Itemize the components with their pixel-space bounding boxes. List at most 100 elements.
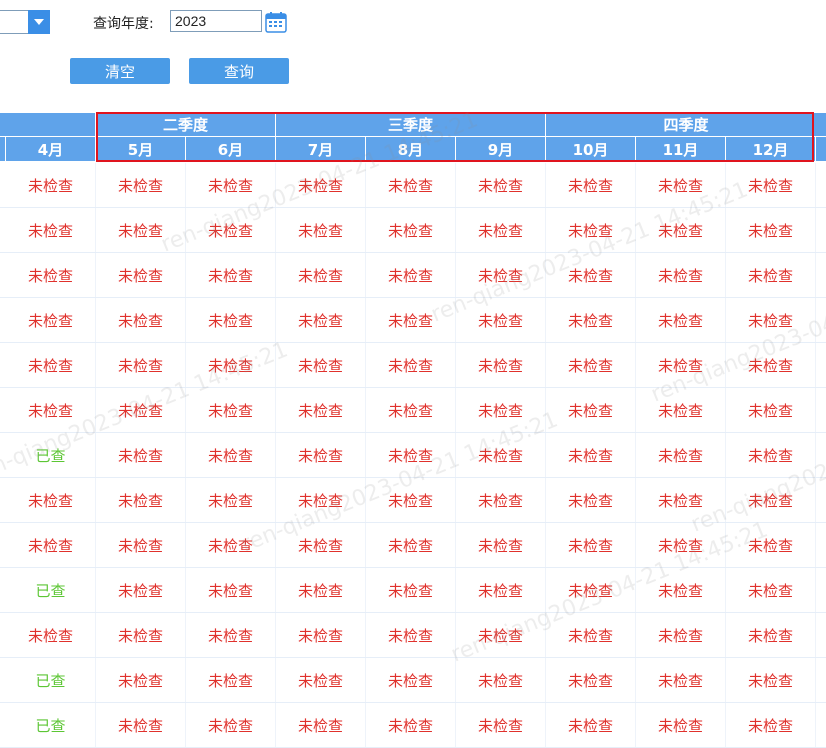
status-cell[interactable]: 已查 (6, 433, 96, 477)
status-cell[interactable]: 未检查 (6, 163, 96, 207)
status-cell[interactable]: 未检查 (366, 343, 456, 387)
status-cell[interactable]: 未检查 (366, 523, 456, 567)
status-cell[interactable]: 未检查 (276, 253, 366, 297)
status-cell[interactable]: 未检查 (456, 433, 546, 477)
status-cell[interactable]: 未检查 (636, 568, 726, 612)
status-cell[interactable]: 未检查 (546, 613, 636, 657)
status-cell[interactable]: 未检查 (726, 433, 816, 477)
status-cell[interactable]: 未检查 (276, 343, 366, 387)
status-cell[interactable]: 未检查 (546, 298, 636, 342)
status-cell[interactable]: 未检查 (456, 568, 546, 612)
status-cell[interactable]: 未检查 (96, 478, 186, 522)
clear-button[interactable]: 清空 (70, 58, 170, 84)
status-cell[interactable]: 未检查 (726, 703, 816, 747)
status-cell[interactable]: 未检查 (366, 253, 456, 297)
status-cell[interactable]: 未检查 (276, 298, 366, 342)
status-cell[interactable]: 未检查 (276, 163, 366, 207)
status-cell[interactable]: 未检查 (366, 703, 456, 747)
status-cell[interactable]: 未检查 (546, 343, 636, 387)
status-cell[interactable]: 未检查 (276, 523, 366, 567)
status-cell[interactable]: 未检查 (276, 433, 366, 477)
status-cell[interactable]: 未检查 (636, 613, 726, 657)
status-cell[interactable]: 未检查 (456, 343, 546, 387)
status-cell[interactable]: 未检查 (186, 253, 276, 297)
status-cell[interactable]: 未检查 (456, 253, 546, 297)
status-cell[interactable]: 未检查 (6, 388, 96, 432)
status-cell[interactable]: 未检查 (96, 253, 186, 297)
status-cell[interactable]: 未检查 (546, 703, 636, 747)
status-cell[interactable]: 已查 (6, 703, 96, 747)
status-cell[interactable]: 未检查 (726, 568, 816, 612)
status-cell[interactable]: 未检查 (366, 298, 456, 342)
status-cell[interactable]: 未检查 (186, 298, 276, 342)
status-cell[interactable]: 未检查 (366, 568, 456, 612)
status-cell[interactable]: 未检查 (546, 433, 636, 477)
status-cell[interactable]: 未检查 (6, 523, 96, 567)
status-cell[interactable]: 未检查 (726, 478, 816, 522)
status-cell[interactable]: 未检查 (456, 703, 546, 747)
status-cell[interactable]: 未检查 (546, 568, 636, 612)
calendar-icon[interactable] (264, 10, 288, 34)
status-cell[interactable]: 未检查 (546, 388, 636, 432)
status-cell[interactable]: 未检查 (726, 523, 816, 567)
status-cell[interactable]: 未检查 (96, 298, 186, 342)
status-cell[interactable]: 未检查 (366, 613, 456, 657)
status-cell[interactable]: 未检查 (636, 208, 726, 252)
status-cell[interactable]: 未检查 (636, 523, 726, 567)
status-cell[interactable]: 未检查 (726, 208, 816, 252)
unit-select-box[interactable] (0, 10, 29, 34)
status-cell[interactable]: 未检查 (186, 658, 276, 702)
status-cell[interactable]: 未检查 (636, 388, 726, 432)
status-cell[interactable]: 未检查 (186, 613, 276, 657)
status-cell[interactable]: 未检查 (96, 613, 186, 657)
status-cell[interactable]: 未检查 (456, 388, 546, 432)
status-cell[interactable]: 未检查 (366, 163, 456, 207)
status-cell[interactable]: 未检查 (726, 388, 816, 432)
status-cell[interactable]: 未检查 (636, 298, 726, 342)
status-cell[interactable]: 未检查 (726, 163, 816, 207)
status-cell[interactable]: 未检查 (636, 703, 726, 747)
status-cell[interactable]: 未检查 (546, 478, 636, 522)
status-cell[interactable]: 未检查 (6, 208, 96, 252)
status-cell[interactable]: 未检查 (726, 613, 816, 657)
status-cell[interactable]: 未检查 (726, 253, 816, 297)
status-cell[interactable]: 未检查 (96, 703, 186, 747)
status-cell[interactable]: 未检查 (186, 703, 276, 747)
status-cell[interactable]: 已查 (6, 658, 96, 702)
unit-select[interactable] (0, 10, 50, 34)
status-cell[interactable]: 未检查 (366, 388, 456, 432)
status-cell[interactable]: 未检查 (456, 208, 546, 252)
status-cell[interactable]: 未检查 (456, 523, 546, 567)
status-cell[interactable]: 未检查 (6, 298, 96, 342)
status-cell[interactable]: 未检查 (546, 523, 636, 567)
status-cell[interactable]: 未检查 (366, 208, 456, 252)
status-cell[interactable]: 未检查 (96, 658, 186, 702)
status-cell[interactable]: 未检查 (96, 568, 186, 612)
status-cell[interactable]: 未检查 (96, 433, 186, 477)
status-cell[interactable]: 未检查 (546, 163, 636, 207)
status-cell[interactable]: 未检查 (456, 163, 546, 207)
status-cell[interactable]: 未检查 (276, 208, 366, 252)
status-cell[interactable]: 未检查 (276, 658, 366, 702)
status-cell[interactable]: 未检查 (546, 253, 636, 297)
status-cell[interactable]: 未检查 (186, 433, 276, 477)
status-cell[interactable]: 未检查 (726, 343, 816, 387)
status-cell[interactable]: 未检查 (636, 343, 726, 387)
status-cell[interactable]: 未检查 (96, 163, 186, 207)
status-cell[interactable]: 未检查 (186, 568, 276, 612)
status-cell[interactable]: 未检查 (276, 613, 366, 657)
status-cell[interactable]: 未检查 (276, 478, 366, 522)
status-cell[interactable]: 未检查 (456, 613, 546, 657)
year-input[interactable] (170, 10, 262, 32)
status-cell[interactable]: 未检查 (546, 658, 636, 702)
status-cell[interactable]: 未检查 (186, 208, 276, 252)
status-cell[interactable]: 未检查 (456, 298, 546, 342)
status-cell[interactable]: 未检查 (96, 388, 186, 432)
status-cell[interactable]: 未检查 (96, 523, 186, 567)
status-cell[interactable]: 未检查 (276, 388, 366, 432)
status-cell[interactable]: 未检查 (636, 433, 726, 477)
status-cell[interactable]: 未检查 (636, 478, 726, 522)
status-cell[interactable]: 未检查 (186, 478, 276, 522)
status-cell[interactable]: 未检查 (456, 478, 546, 522)
status-cell[interactable]: 未检查 (726, 298, 816, 342)
